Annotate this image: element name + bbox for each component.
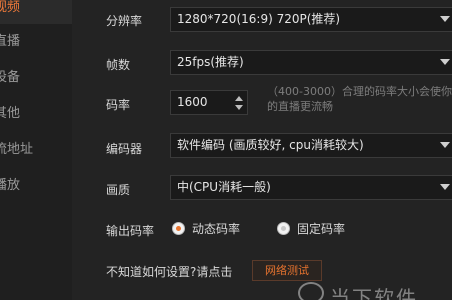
encoder-select[interactable]: 软件编码 (画质较好, cpu消耗较大) [170,133,452,158]
bitrate-stepper[interactable]: 1600 [170,90,248,115]
sidebar-item-label: 视频 [0,0,21,15]
settings-panel: 分辨率 1280*720(16:9) 720P(推荐) 帧数 25fps(推荐)… [72,0,452,300]
sidebar-item-label: 播放 [0,178,21,193]
resolution-value: 1280*720(16:9) 720P(推荐) [177,12,341,26]
help-text: 不知道如何设置?请点击 [106,265,233,279]
resolution-select[interactable]: 1280*720(16:9) 720P(推荐) [170,7,452,32]
sidebar-item-live[interactable]: 直播 [0,26,72,58]
chevron-down-icon[interactable] [440,184,450,190]
watermark-logo-icon [298,282,324,300]
sidebar-item-label: 其他 [0,106,21,121]
radio-selected-icon[interactable] [172,222,185,235]
radio-label: 固定码率 [297,222,346,236]
sidebar-item-label: 直播 [0,34,21,49]
fps-value: 25fps(推荐) [177,55,244,69]
decrement-icon[interactable] [235,105,243,110]
chevron-down-icon[interactable] [440,16,450,22]
watermark: 当下软件 [330,286,418,300]
fps-select[interactable]: 25fps(推荐) [170,50,452,75]
fps-label: 帧数 [106,58,131,72]
sidebar-item-device[interactable]: 设备 [0,62,72,94]
sidebar-item-video[interactable]: 视频 [0,0,72,24]
bitrate-hint: （400-3000）合理的码率大小会使你的直播更流畅 [267,85,452,113]
quality-value: 中(CPU消耗一般) [177,180,271,194]
output-bitrate-label: 输出码率 [106,224,155,238]
sidebar-item-label: 流地址 [0,142,34,157]
radio-label: 动态码率 [192,222,241,236]
quality-select[interactable]: 中(CPU消耗一般) [170,175,452,200]
sidebar-item-stream-url[interactable]: 流地址 [0,134,72,166]
sidebar: 视频 直播 设备 其他 流地址 播放 [0,0,72,300]
sidebar-item-playback[interactable]: 播放 [0,170,72,202]
sidebar-item-label: 设备 [0,70,21,85]
encoder-label: 编码器 [106,142,143,156]
chevron-down-icon[interactable] [440,59,450,65]
chevron-down-icon[interactable] [440,142,450,148]
quality-label: 画质 [106,183,131,197]
bitrate-label: 码率 [106,98,131,112]
increment-icon[interactable] [235,96,243,101]
sidebar-item-other[interactable]: 其他 [0,98,72,130]
radio-unselected-icon[interactable] [277,222,290,235]
bitrate-value: 1600 [177,95,208,109]
resolution-label: 分辨率 [106,14,143,28]
network-test-button[interactable]: 网络测试 [252,260,322,281]
encoder-value: 软件编码 (画质较好, cpu消耗较大) [177,138,364,152]
